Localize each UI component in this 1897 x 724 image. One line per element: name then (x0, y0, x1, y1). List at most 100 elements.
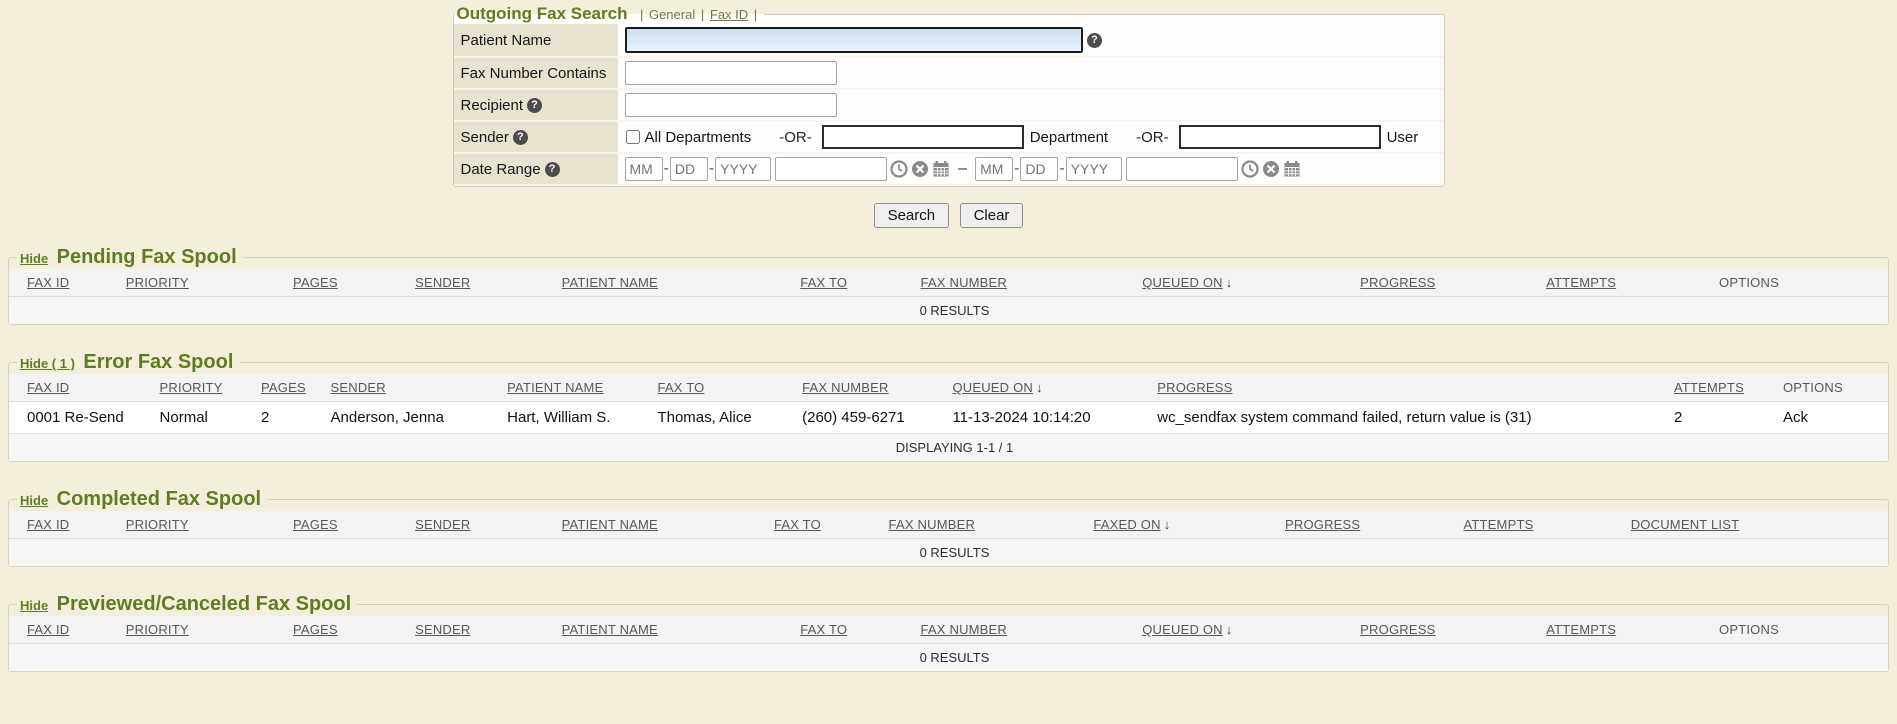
column-header-patient-name[interactable]: PATIENT NAME (558, 616, 797, 644)
date-dash: - (709, 160, 714, 178)
from-clear-date-icon[interactable] (911, 160, 929, 178)
from-calendar-icon[interactable] (932, 160, 950, 178)
column-header-priority[interactable]: PRIORITY (156, 374, 257, 402)
from-time-input[interactable] (775, 157, 887, 181)
column-header-document-list[interactable]: DOCUMENT LIST (1627, 511, 1888, 539)
column-header-progress[interactable]: PROGRESS (1153, 374, 1670, 402)
column-header-fax-number[interactable]: FAX NUMBER (798, 374, 948, 402)
date-dash: - (1059, 160, 1064, 178)
hide-pending-link[interactable]: Hide (20, 251, 48, 266)
column-header-pages[interactable]: PAGES (289, 616, 411, 644)
column-header-fax-to[interactable]: FAX TO (653, 374, 798, 402)
patient-name-help-icon[interactable]: ? (1087, 33, 1102, 48)
column-header-attempts[interactable]: ATTEMPTS (1542, 616, 1715, 644)
pipe-separator: | (640, 7, 643, 22)
column-header-options: OPTIONS (1779, 374, 1888, 402)
column-header-attempts[interactable]: ATTEMPTS (1542, 269, 1715, 297)
recipient-row: Recipient? (454, 89, 1444, 121)
sender-label: Sender? (454, 121, 618, 153)
to-day-input[interactable] (1020, 157, 1058, 181)
sender-help-icon[interactable]: ? (513, 130, 528, 145)
fax-cell-fax-id[interactable]: 0001 Re-Send (9, 402, 156, 434)
column-header-fax-to[interactable]: FAX TO (770, 511, 885, 539)
completed-fax-spool-section: Hide Completed Fax Spool FAX IDPRIORITYP… (8, 488, 1889, 567)
column-header-fax-id[interactable]: FAX ID (9, 616, 122, 644)
fax-number-row: Fax Number Contains (454, 57, 1444, 89)
column-header-sender[interactable]: SENDER (411, 269, 558, 297)
search-button[interactable]: Search (874, 203, 950, 228)
to-calendar-icon[interactable] (1283, 160, 1301, 178)
previewed-header-row: FAX IDPRIORITYPAGESSENDERPATIENT NAMEFAX… (9, 616, 1888, 644)
column-header-progress[interactable]: PROGRESS (1356, 269, 1542, 297)
column-header-attempts[interactable]: ATTEMPTS (1460, 511, 1627, 539)
fax-row: 0001 Re-SendNormal2Anderson, JennaHart, … (9, 402, 1888, 434)
clear-button[interactable]: Clear (960, 203, 1024, 228)
to-year-input[interactable] (1066, 157, 1122, 181)
column-header-sender[interactable]: SENDER (411, 616, 558, 644)
search-form-table: Patient Name ? Fax Number Contains Recip… (454, 24, 1444, 186)
completed-footer-row: 0 RESULTS (9, 539, 1888, 567)
to-clear-date-icon[interactable] (1262, 160, 1280, 178)
column-header-patient-name[interactable]: PATIENT NAME (558, 269, 797, 297)
column-header-patient-name[interactable]: PATIENT NAME (558, 511, 770, 539)
to-clock-icon[interactable] (1241, 160, 1259, 178)
column-header-fax-number[interactable]: FAX NUMBER (885, 511, 1090, 539)
section-legend: Hide Pending Fax Spool (17, 246, 243, 269)
completed-section-title: Completed Fax Spool (57, 488, 261, 510)
sender-label-text: Sender (461, 129, 509, 146)
to-time-input[interactable] (1126, 157, 1238, 181)
column-header-queued-on[interactable]: QUEUED ON↓ (1138, 616, 1356, 644)
column-header-priority[interactable]: PRIORITY (122, 616, 289, 644)
error-results-footer: DISPLAYING 1-1 / 1 (9, 434, 1888, 462)
column-header-fax-id[interactable]: FAX ID (9, 269, 122, 297)
recipient-input[interactable] (625, 93, 837, 117)
user-input[interactable] (1179, 125, 1381, 149)
fax-number-contains-input[interactable] (625, 61, 837, 85)
hide-error-link[interactable]: Hide ( 1 ) (20, 356, 75, 371)
view-general[interactable]: General (649, 7, 695, 22)
all-departments-checkbox[interactable] (626, 130, 640, 144)
column-header-pages[interactable]: PAGES (257, 374, 327, 402)
from-month-input[interactable] (625, 157, 663, 181)
column-header-sender[interactable]: SENDER (327, 374, 504, 402)
view-fax-id-link[interactable]: Fax ID (710, 7, 748, 22)
column-header-attempts[interactable]: ATTEMPTS (1670, 374, 1779, 402)
hide-previewed-link[interactable]: Hide (20, 598, 48, 613)
fax-number-contains-label: Fax Number Contains (454, 57, 618, 89)
date-range-help-icon[interactable]: ? (545, 162, 560, 177)
recipient-help-icon[interactable]: ? (527, 98, 542, 113)
date-dash: - (664, 160, 669, 178)
column-header-fax-number[interactable]: FAX NUMBER (917, 269, 1139, 297)
all-departments-label: All Departments (645, 129, 752, 146)
fax-cell-options[interactable]: Ack (1779, 402, 1888, 434)
column-header-fax-id[interactable]: FAX ID (9, 374, 156, 402)
to-month-input[interactable] (975, 157, 1013, 181)
column-header-fax-number[interactable]: FAX NUMBER (917, 616, 1139, 644)
column-header-fax-id[interactable]: FAX ID (9, 511, 122, 539)
column-header-progress[interactable]: PROGRESS (1356, 616, 1542, 644)
column-header-fax-to[interactable]: FAX TO (796, 269, 916, 297)
date-dash: - (1014, 160, 1019, 178)
from-day-input[interactable] (670, 157, 708, 181)
column-header-faxed-on[interactable]: FAXED ON↓ (1089, 511, 1281, 539)
column-header-queued-on[interactable]: QUEUED ON↓ (948, 374, 1153, 402)
column-header-progress[interactable]: PROGRESS (1281, 511, 1460, 539)
department-input[interactable] (822, 125, 1024, 149)
pending-results-footer: 0 RESULTS (9, 297, 1888, 325)
fax-cell-pages: 2 (257, 402, 327, 434)
column-header-queued-on[interactable]: QUEUED ON↓ (1138, 269, 1356, 297)
from-clock-icon[interactable] (890, 160, 908, 178)
hide-completed-link[interactable]: Hide (20, 493, 48, 508)
column-header-pages[interactable]: PAGES (289, 269, 411, 297)
from-year-input[interactable] (715, 157, 771, 181)
column-header-fax-to[interactable]: FAX TO (796, 616, 916, 644)
error-fax-spool-section: Hide ( 1 ) Error Fax Spool FAX IDPRIORIT… (8, 351, 1889, 462)
column-header-patient-name[interactable]: PATIENT NAME (503, 374, 653, 402)
column-header-priority[interactable]: PRIORITY (122, 269, 289, 297)
sort-desc-icon: ↓ (1036, 380, 1043, 395)
column-header-sender[interactable]: SENDER (411, 511, 558, 539)
column-header-priority[interactable]: PRIORITY (122, 511, 289, 539)
column-header-pages[interactable]: PAGES (289, 511, 411, 539)
patient-name-input[interactable] (625, 27, 1083, 53)
error-section-title: Error Fax Spool (83, 351, 233, 373)
